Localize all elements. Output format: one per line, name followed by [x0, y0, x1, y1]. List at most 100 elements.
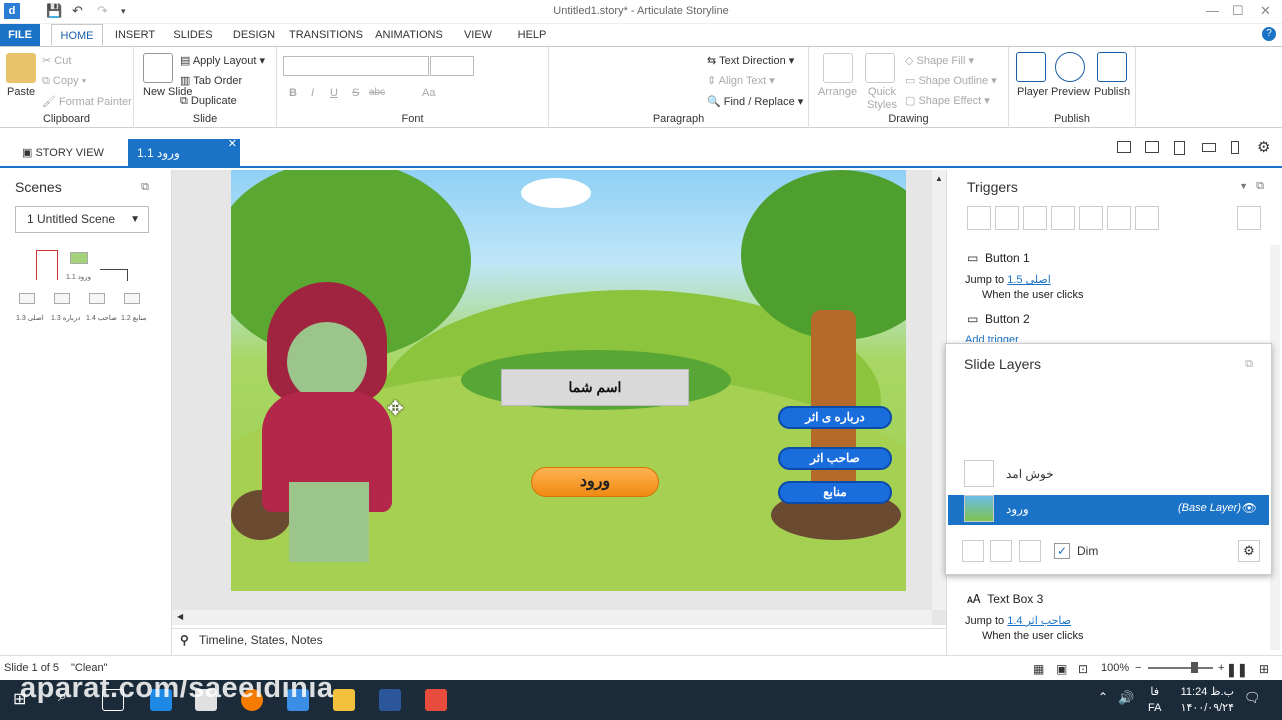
layer-settings-gear-icon[interactable]: ⚙ — [1238, 540, 1260, 562]
strikethrough-button[interactable]: S — [352, 87, 359, 99]
preview-button[interactable]: Preview — [1051, 86, 1090, 98]
scroll-up-icon[interactable]: ▲ — [935, 174, 943, 183]
chevron-down-icon[interactable]: ▼ — [1239, 181, 1248, 191]
view-normal-icon[interactable] — [1117, 141, 1131, 153]
cut-button[interactable]: ✂ Cut — [42, 54, 71, 67]
scene-thumb[interactable] — [19, 293, 35, 304]
zoom-slider-handle[interactable] — [1191, 662, 1198, 673]
scene-thumb[interactable] — [124, 293, 140, 304]
name-input-field[interactable]: اسم شما — [501, 369, 689, 406]
copy-trigger-icon[interactable] — [1023, 206, 1047, 230]
scene-thumb[interactable] — [89, 293, 105, 304]
dock-icon[interactable]: ⧉ — [1245, 358, 1253, 371]
scroll-left-icon[interactable]: ◀ — [177, 612, 183, 621]
font-family-select[interactable] — [283, 56, 429, 76]
add-trigger-link[interactable]: Add trigger — [965, 334, 1019, 342]
underline-button[interactable]: U — [330, 87, 338, 99]
move-up-icon[interactable] — [1107, 206, 1131, 230]
find-replace-button[interactable]: 🔍 Find / Replace ▾ — [707, 95, 803, 108]
scene-thumb-main[interactable] — [70, 252, 88, 264]
timeline-bar[interactable]: Timeline, States, Notes ⚲ — [172, 628, 946, 652]
horizontal-scrollbar[interactable]: ◀ — [172, 610, 932, 625]
slide-stage[interactable]: اسم شما ورود درباره ی اثر صاحب اثر منابع… — [231, 170, 906, 591]
zoom-in-icon[interactable]: + — [1218, 662, 1224, 674]
fit-window-icon[interactable]: ⊞ — [1259, 662, 1269, 676]
shape-outline-button[interactable]: ▭ Shape Outline ▾ — [905, 74, 997, 87]
owner-button[interactable]: صاحب اثر — [778, 447, 892, 470]
trigger-target-link[interactable]: 1.5 اصلی — [1007, 274, 1051, 286]
preview-icon[interactable] — [1055, 52, 1085, 82]
change-case-button[interactable]: Aa — [422, 87, 435, 99]
word-icon[interactable] — [379, 689, 401, 711]
view-phone-icon[interactable] — [1231, 141, 1239, 154]
close-icon[interactable]: ✕ — [1260, 3, 1271, 19]
publish-icon[interactable] — [1097, 52, 1127, 82]
character-girl[interactable] — [257, 282, 407, 572]
abc-button[interactable]: abc — [369, 87, 385, 98]
quick-styles-button[interactable]: Quick Styles — [864, 86, 900, 112]
language-indicator[interactable]: فا FA — [1148, 684, 1161, 716]
new-slide-icon[interactable] — [143, 53, 173, 83]
italic-button[interactable]: I — [311, 87, 314, 99]
scene-select[interactable]: 1 Untitled Scene ▼ — [15, 206, 149, 233]
new-layer-icon[interactable] — [962, 540, 984, 562]
tab-animations[interactable]: ANIMATIONS — [373, 24, 445, 46]
edit-trigger-icon[interactable] — [995, 206, 1019, 230]
bold-button[interactable]: B — [289, 87, 297, 99]
arrange-button[interactable]: Arrange — [818, 86, 857, 98]
paste-trigger-icon[interactable] — [1051, 206, 1075, 230]
font-size-select[interactable] — [430, 56, 474, 76]
shape-effect-button[interactable]: ▢ Shape Effect ▾ — [905, 94, 990, 107]
vertical-scrollbar[interactable]: ▲ — [932, 170, 946, 610]
tab-transitions[interactable]: TRANSITIONS — [287, 24, 365, 46]
dock-icon[interactable]: ⧉ — [141, 181, 149, 194]
about-button[interactable]: درباره ی اثر — [778, 406, 892, 429]
apply-layout-button[interactable]: ▤ Apply Layout ▾ — [180, 54, 265, 67]
tab-design[interactable]: DESIGN — [228, 24, 280, 46]
dim-checkbox[interactable]: ✓ — [1054, 543, 1070, 559]
quick-styles-icon[interactable] — [865, 53, 895, 83]
maximize-icon[interactable]: ☐ — [1232, 3, 1244, 19]
view-wide-icon[interactable] — [1145, 141, 1159, 153]
normal-view-icon[interactable]: ▦ — [1033, 662, 1044, 676]
tab-insert[interactable]: INSERT — [110, 24, 160, 46]
new-trigger-icon[interactable] — [967, 206, 991, 230]
fit-icon[interactable]: ⊡ — [1078, 662, 1088, 676]
publish-button[interactable]: Publish — [1094, 86, 1130, 98]
trigger-object-button1[interactable]: ▭ Button 1 — [967, 251, 1030, 265]
tab-order-button[interactable]: ▥ Tab Order — [180, 74, 242, 87]
sources-button[interactable]: منابع — [778, 481, 892, 504]
trigger-action[interactable]: Jump to 1.5 اصلی — [965, 273, 1051, 286]
file-explorer-icon[interactable] — [333, 689, 355, 711]
story-view-tab[interactable]: ▣ STORY VIEW — [22, 146, 104, 159]
player-button[interactable]: Player — [1017, 86, 1048, 98]
minimize-icon[interactable]: — — [1206, 3, 1219, 18]
tab-slides[interactable]: SLIDES — [168, 24, 218, 46]
format-painter-button[interactable]: 🖌 Format Painter — [42, 95, 132, 108]
delete-trigger-icon[interactable] — [1079, 206, 1103, 230]
tab-file[interactable]: FILE — [0, 24, 40, 46]
trigger-action[interactable]: Jump to 1.4 صاحب اثر — [965, 614, 1071, 627]
text-direction-button[interactable]: ⇆ Text Direction ▾ — [707, 54, 794, 67]
zoom-slider[interactable] — [1148, 667, 1213, 669]
align-text-button[interactable]: ⇕ Align Text ▾ — [707, 74, 775, 87]
paste-button[interactable]: Paste — [7, 86, 35, 98]
slide-tab[interactable]: 1.1 ورود ✕ — [128, 138, 240, 167]
arrange-icon[interactable] — [823, 53, 853, 83]
eye-icon[interactable]: 👁 — [1242, 501, 1257, 515]
notifications-icon[interactable]: 🗨 — [1244, 690, 1261, 706]
tab-help[interactable]: HELP — [510, 24, 554, 46]
variables-icon[interactable] — [1237, 206, 1261, 230]
duplicate-layer-icon[interactable] — [990, 540, 1012, 562]
enter-button[interactable]: ورود — [531, 467, 659, 497]
taskbar-clock[interactable]: 11:24 ب.ظ ۱۴۰۰/۰۹/۲۴ — [1181, 684, 1234, 716]
paste-icon[interactable] — [6, 53, 36, 83]
tab-home[interactable]: HOME — [51, 24, 103, 46]
layer-row[interactable]: خوش امد — [948, 460, 1269, 490]
tab-view[interactable]: VIEW — [458, 24, 498, 46]
speaker-icon[interactable]: 🔊 — [1118, 690, 1134, 706]
trigger-object-button2[interactable]: ▭ Button 2 — [967, 312, 1030, 326]
delete-layer-icon[interactable] — [1019, 540, 1041, 562]
copy-button[interactable]: ⧉ Copy ▾ — [42, 75, 86, 88]
close-tab-icon[interactable]: ✕ — [228, 130, 237, 158]
